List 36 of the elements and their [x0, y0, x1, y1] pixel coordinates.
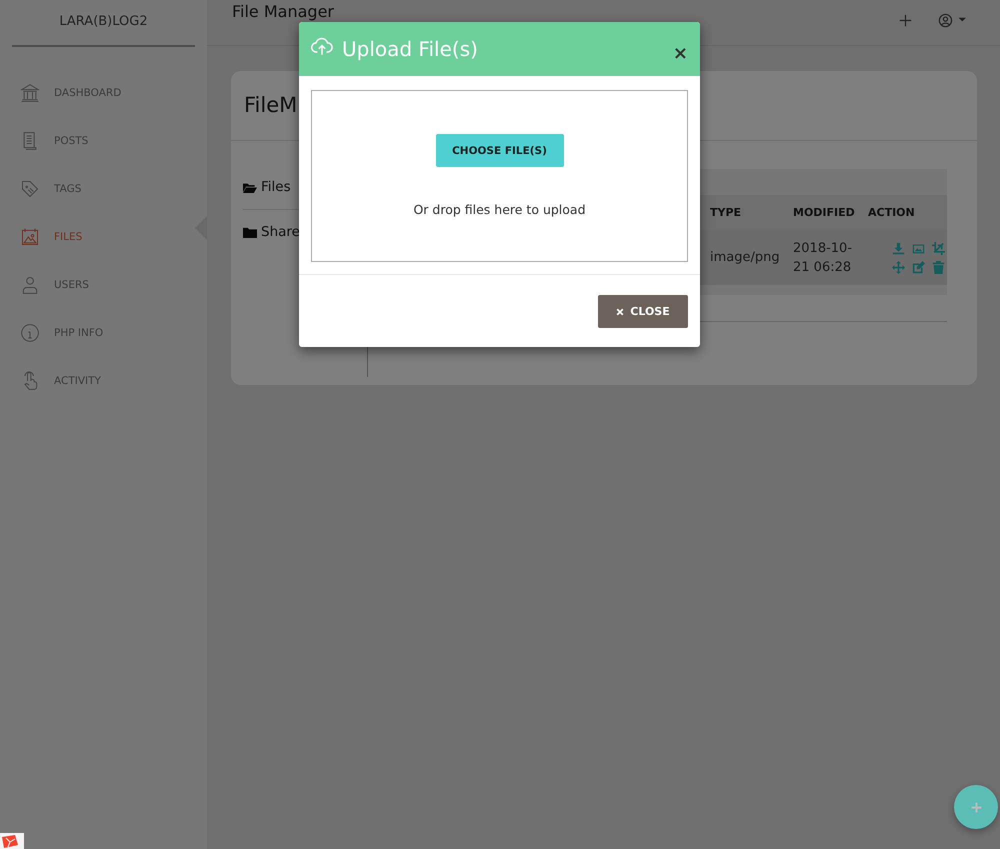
- choose-files-button[interactable]: CHOOSE FILE(S): [436, 134, 564, 167]
- column-header: ACTION: [868, 206, 915, 219]
- close-button[interactable]: ×: [672, 42, 688, 64]
- cloud-upload-icon: [311, 36, 333, 56]
- download-icon[interactable]: [892, 242, 905, 254]
- picture-icon: [20, 226, 40, 248]
- close-button[interactable]: CLOSE: [598, 295, 688, 328]
- nav-item[interactable]: TAGS: [0, 165, 207, 213]
- image-icon[interactable]: [912, 242, 925, 254]
- brand-title: LARA(B)LOG2: [12, 0, 195, 47]
- edit-icon[interactable]: [912, 260, 925, 274]
- nav-item[interactable]: PHP INFO: [0, 309, 207, 357]
- user-icon: [20, 274, 40, 296]
- dialog-title: Upload File(s): [342, 37, 479, 61]
- drop-hint: Or drop files here to upload: [413, 202, 586, 217]
- page-title: File Manager: [232, 3, 334, 21]
- nav-item[interactable]: DASHBOARD: [0, 69, 207, 117]
- plus-icon[interactable]: [899, 14, 912, 27]
- info-icon: [20, 322, 40, 344]
- tag-icon: [20, 178, 40, 200]
- plus-icon: [970, 800, 982, 814]
- bank-icon: [20, 82, 40, 104]
- trash-icon[interactable]: [932, 260, 945, 274]
- crop-icon[interactable]: [932, 242, 945, 254]
- user-menu-icon[interactable]: [938, 13, 966, 28]
- nav-item[interactable]: ACTIVITY: [0, 357, 207, 405]
- nav-item[interactable]: POSTS: [0, 117, 207, 165]
- debugbar-icon[interactable]: [0, 833, 24, 849]
- column-header: MODIFIED: [793, 205, 856, 221]
- table-cell-text: image/png: [710, 250, 781, 265]
- close-icon: [616, 308, 624, 316]
- nav-item[interactable]: USERS: [0, 261, 207, 309]
- drop-zone[interactable]: CHOOSE FILE(S) Or drop files here to upload: [311, 90, 688, 262]
- table-cell-text: 2018-10-21 06:28: [793, 240, 854, 276]
- move-icon[interactable]: [892, 260, 905, 274]
- column-header: TYPE: [710, 206, 742, 219]
